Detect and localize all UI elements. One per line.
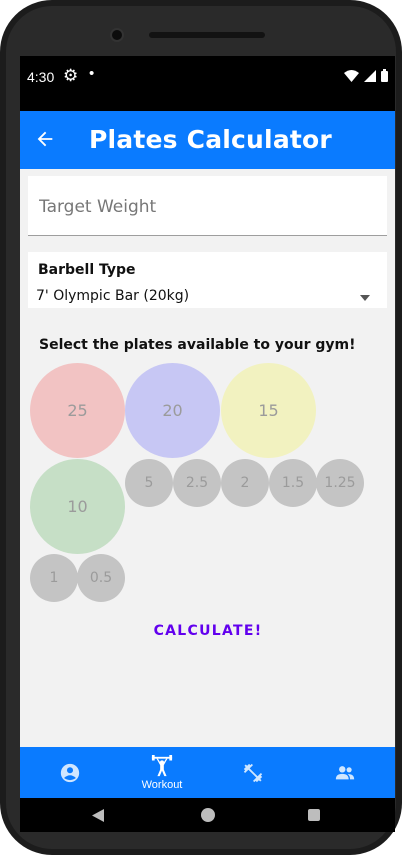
plate-0-5[interactable]: 0.5 <box>77 554 125 602</box>
plate-2-5[interactable]: 2.5 <box>173 459 221 507</box>
plate-20[interactable]: 20 <box>125 363 220 458</box>
screen: 4:30 ⚙ • Plates Calculator Target Weight… <box>20 56 395 832</box>
dumbbell-icon <box>243 763 263 782</box>
nav-item-exercises[interactable] <box>206 747 300 798</box>
plate-10[interactable]: 10 <box>30 459 125 554</box>
plate-label: 1 <box>49 570 59 586</box>
account-circle-icon <box>60 763 80 782</box>
plate-5[interactable]: 5 <box>125 459 173 507</box>
calculate-button[interactable]: CALCULATE! <box>146 615 270 647</box>
phone-frame: 4:30 ⚙ • Plates Calculator Target Weight… <box>0 0 402 855</box>
plate-1-25[interactable]: 1.25 <box>316 459 364 507</box>
bottom-navigation: Workout <box>20 747 395 798</box>
plate-label: 0.5 <box>89 570 113 586</box>
plate-label: 2 <box>240 475 250 491</box>
nav-item-profile[interactable] <box>23 747 117 798</box>
nav-item-community[interactable] <box>298 747 392 798</box>
plate-label: 1.25 <box>324 475 356 491</box>
nav-label-workout: Workout <box>141 778 183 791</box>
plate-label: 25 <box>67 401 88 420</box>
people-icon <box>335 765 355 779</box>
system-home-icon[interactable] <box>201 808 215 822</box>
phone-bezel: 4:30 ⚙ • Plates Calculator Target Weight… <box>6 6 396 849</box>
plate-1[interactable]: 1 <box>30 554 78 602</box>
plate-15[interactable]: 15 <box>221 363 316 458</box>
system-navigation-bar <box>20 798 395 832</box>
system-back-icon[interactable] <box>92 809 104 822</box>
front-camera <box>110 28 124 42</box>
plate-25[interactable]: 25 <box>30 363 125 458</box>
plate-label: 2.5 <box>185 475 209 491</box>
system-recents-icon[interactable] <box>308 809 320 821</box>
earpiece-speaker <box>149 32 265 38</box>
plate-label: 5 <box>144 475 154 491</box>
plate-label: 10 <box>67 497 88 516</box>
nav-item-workout[interactable]: Workout <box>115 747 209 798</box>
plate-label: 15 <box>258 401 279 420</box>
plate-label: 1.5 <box>281 475 305 491</box>
plate-2[interactable]: 2 <box>221 459 269 507</box>
weightlifter-icon <box>151 754 173 776</box>
plate-1-5[interactable]: 1.5 <box>269 459 317 507</box>
plates-grid: 25 20 15 10 5 2.5 2 1.5 1.25 1 0.5 <box>20 56 395 832</box>
plate-label: 20 <box>162 401 183 420</box>
